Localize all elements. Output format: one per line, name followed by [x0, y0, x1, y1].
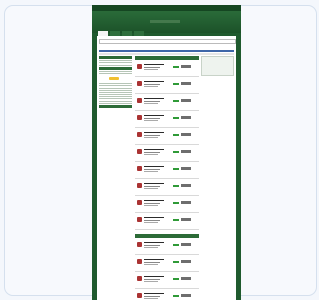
- left-sidebar: [99, 56, 132, 156]
- content-area: [97, 36, 236, 300]
- sidebar-header: [99, 66, 132, 70]
- price: [173, 66, 179, 68]
- product-thumb-icon: [137, 259, 142, 264]
- product-thumb-icon: [137, 276, 142, 281]
- product-thumb-icon: [137, 242, 142, 247]
- list-item[interactable]: [135, 62, 199, 77]
- sidebar-link[interactable]: [99, 85, 132, 87]
- list-item[interactable]: [135, 181, 199, 196]
- sidebar-link[interactable]: [99, 89, 132, 91]
- price: [173, 261, 179, 263]
- sidebar-link[interactable]: [99, 64, 132, 66]
- list-item[interactable]: [135, 198, 199, 213]
- price: [173, 295, 179, 297]
- list-item[interactable]: [135, 96, 199, 111]
- price: [173, 278, 179, 280]
- buy-button[interactable]: [181, 201, 191, 204]
- webpage-preview: [92, 5, 241, 300]
- buy-button[interactable]: [181, 294, 191, 297]
- sidebar-link[interactable]: [99, 102, 132, 104]
- list-item[interactable]: [135, 79, 199, 94]
- list-item[interactable]: [135, 257, 199, 272]
- section-header: [135, 56, 199, 60]
- product-thumb-icon: [137, 81, 142, 86]
- buy-button[interactable]: [181, 150, 191, 153]
- buy-button[interactable]: [181, 65, 191, 68]
- buy-button[interactable]: [181, 82, 191, 85]
- price: [173, 202, 179, 204]
- buy-button[interactable]: [181, 133, 191, 136]
- price: [173, 100, 179, 102]
- sidebar-header: [99, 105, 132, 108]
- screenshot-frame: [0, 0, 319, 300]
- price: [173, 185, 179, 187]
- buy-button[interactable]: [181, 116, 191, 119]
- sidebar-link[interactable]: [99, 70, 132, 72]
- price: [173, 151, 179, 153]
- info-bar: [99, 50, 234, 52]
- product-thumb-icon: [137, 293, 142, 298]
- price: [173, 117, 179, 119]
- right-box: [201, 56, 234, 76]
- list-item[interactable]: [135, 274, 199, 289]
- list-item[interactable]: [135, 240, 199, 255]
- product-list: [135, 56, 199, 299]
- buy-button[interactable]: [181, 99, 191, 102]
- buy-button[interactable]: [181, 218, 191, 221]
- list-item[interactable]: [135, 291, 199, 300]
- list-item[interactable]: [135, 164, 199, 179]
- product-thumb-icon: [137, 200, 142, 205]
- sidebar-link[interactable]: [99, 87, 132, 89]
- buy-button[interactable]: [181, 167, 191, 170]
- price: [173, 168, 179, 170]
- right-sidebar: [201, 56, 234, 96]
- buy-button[interactable]: [181, 184, 191, 187]
- product-thumb-icon: [137, 217, 142, 222]
- sidebar-link[interactable]: [99, 91, 132, 93]
- search-input[interactable]: [99, 39, 236, 44]
- sidebar-link[interactable]: [99, 83, 132, 85]
- sidebar-link[interactable]: [99, 62, 132, 64]
- list-item[interactable]: [135, 147, 199, 162]
- product-thumb-icon: [137, 64, 142, 69]
- product-thumb-icon: [137, 166, 142, 171]
- header-banner: [150, 20, 180, 23]
- product-thumb-icon: [137, 115, 142, 120]
- price: [173, 219, 179, 221]
- site-header: [92, 11, 241, 33]
- section-header: [135, 234, 199, 238]
- price: [173, 83, 179, 85]
- product-thumb-icon: [137, 183, 142, 188]
- product-thumb-icon: [137, 149, 142, 154]
- yellow-button[interactable]: [109, 77, 119, 81]
- buy-button[interactable]: [181, 260, 191, 263]
- sidebar-link[interactable]: [99, 94, 132, 96]
- price: [173, 244, 179, 246]
- sidebar-link[interactable]: [99, 96, 132, 98]
- list-item[interactable]: [135, 215, 199, 230]
- list-item[interactable]: [135, 130, 199, 145]
- sidebar-link[interactable]: [99, 100, 132, 102]
- sidebar-link[interactable]: [99, 98, 132, 100]
- buy-button[interactable]: [181, 277, 191, 280]
- product-thumb-icon: [137, 98, 142, 103]
- filter-bar: [99, 53, 234, 55]
- list-item[interactable]: [135, 113, 199, 128]
- price: [173, 134, 179, 136]
- sidebar-link[interactable]: [99, 60, 132, 62]
- buy-button[interactable]: [181, 243, 191, 246]
- sidebar-link[interactable]: [99, 73, 132, 75]
- product-thumb-icon: [137, 132, 142, 137]
- sidebar-header: [99, 56, 132, 59]
